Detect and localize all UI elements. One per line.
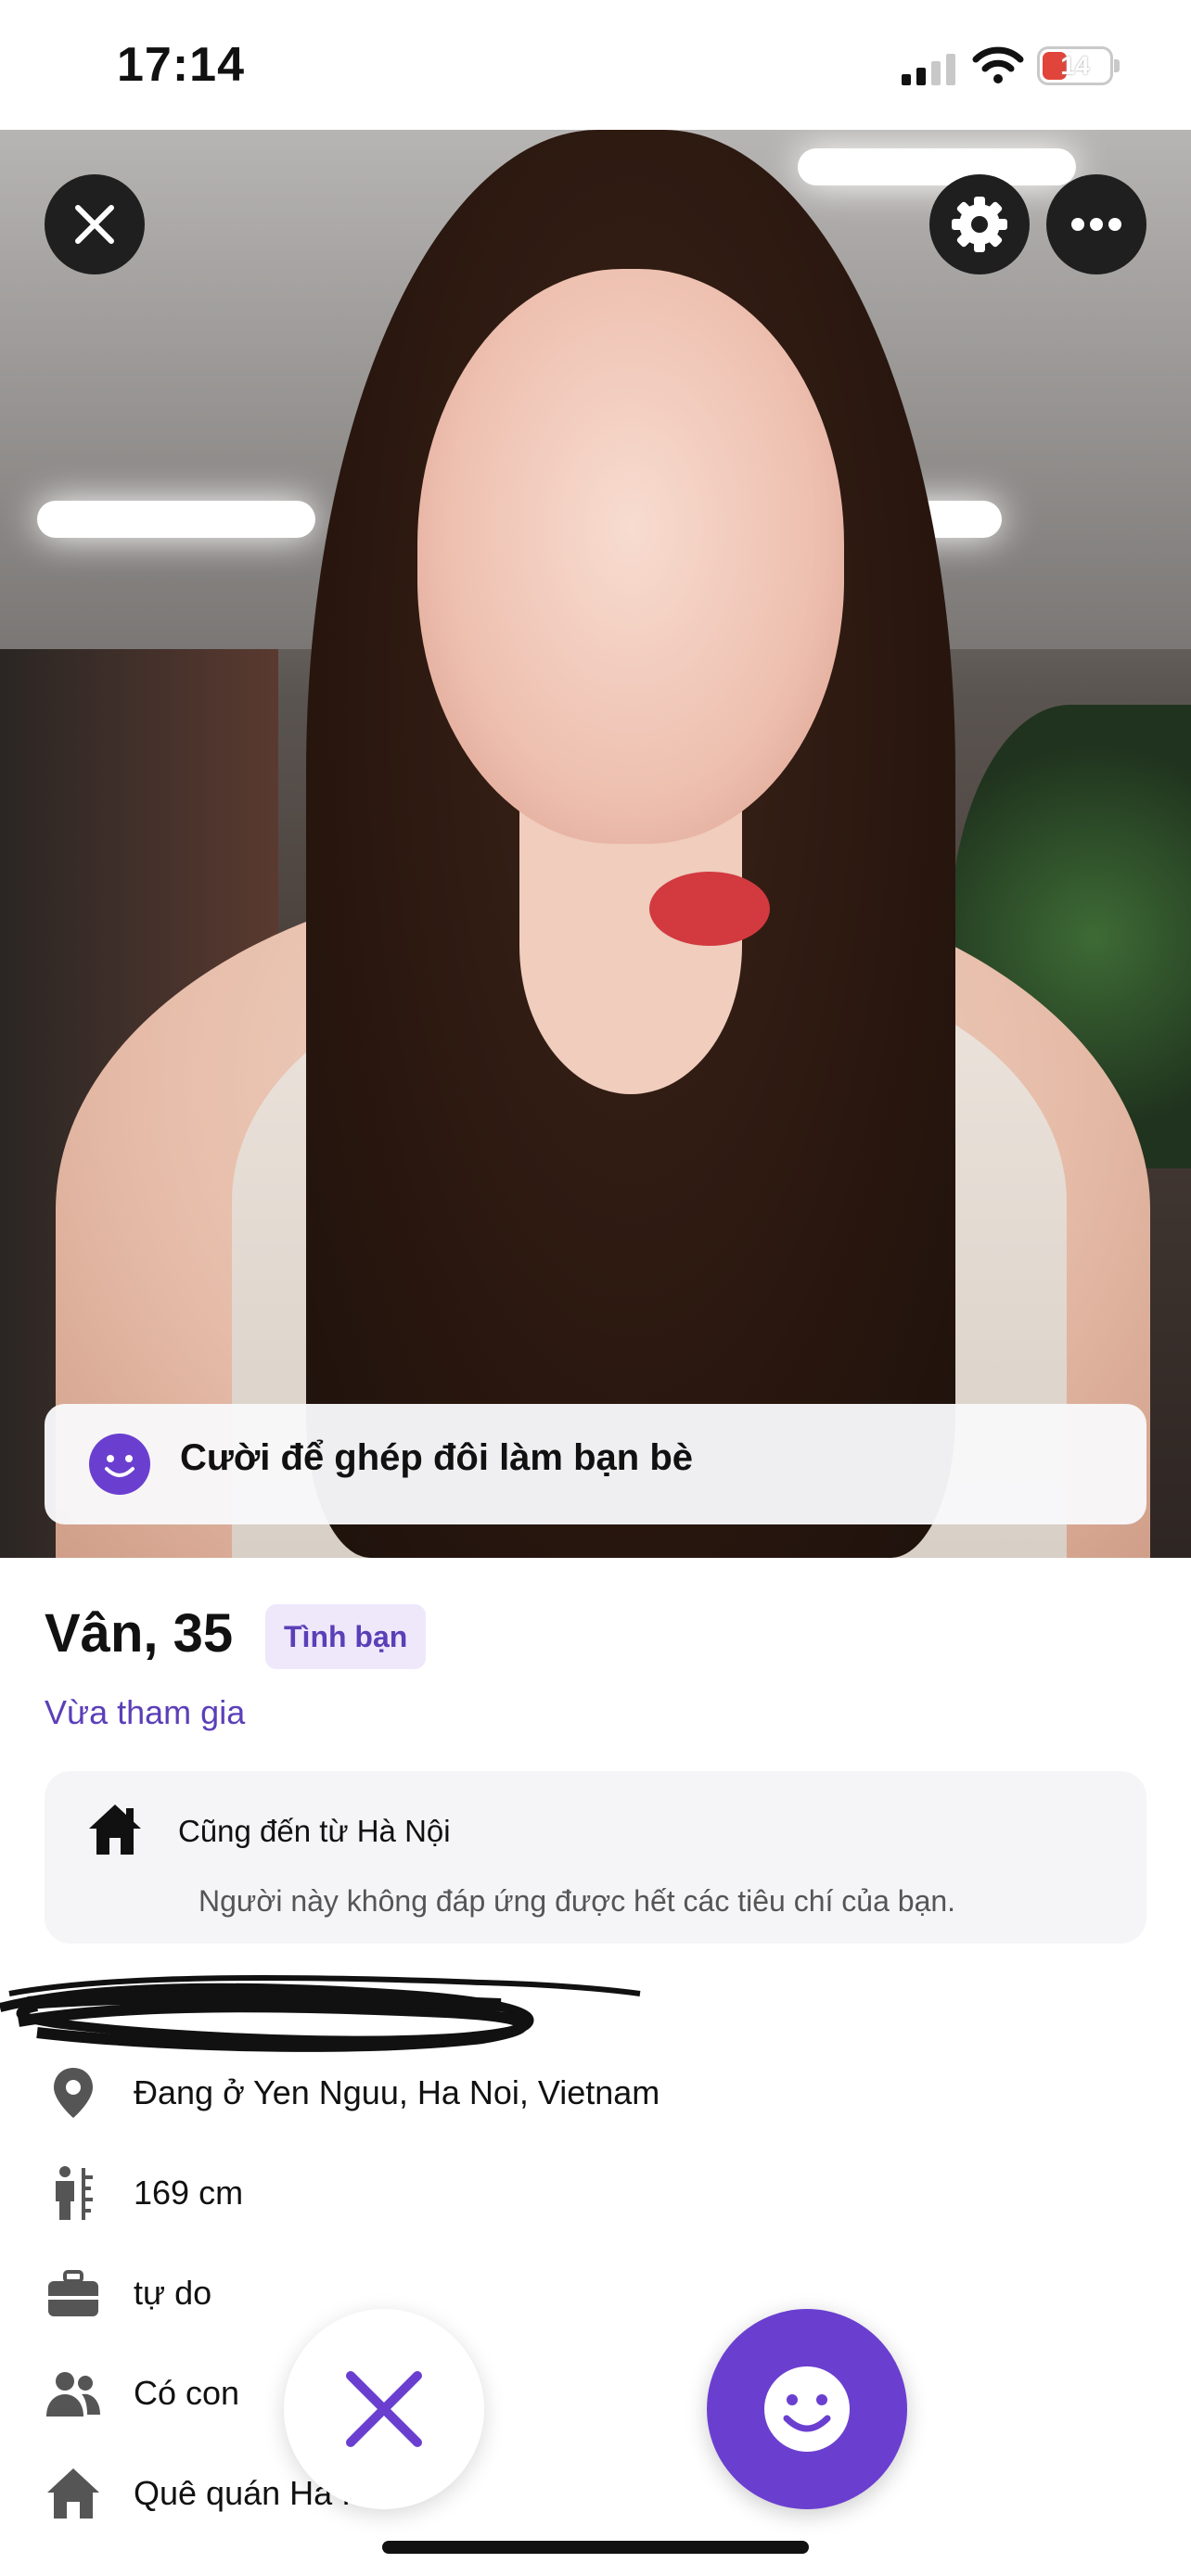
detail-text: Có con <box>134 2374 240 2412</box>
home-indicator[interactable] <box>382 2541 809 2554</box>
smile-match-banner[interactable]: Cười để ghép đôi làm bạn bè <box>45 1404 1146 1524</box>
banner-text: Cười để ghép đôi làm bạn bè <box>180 1437 694 1478</box>
home-icon <box>89 1804 141 1855</box>
smile-icon <box>89 1434 150 1495</box>
redaction-scribble <box>0 1975 641 2052</box>
smile-icon <box>764 2366 850 2452</box>
common-ground-card: Cũng đến từ Hà Nội Người này không đáp ứ… <box>45 1771 1146 1944</box>
settings-button[interactable] <box>929 174 1030 274</box>
detail-height: 169 cm <box>45 2159 1065 2233</box>
home-icon <box>47 2468 99 2519</box>
more-icon <box>1071 218 1121 231</box>
status-time: 17:14 <box>117 38 245 92</box>
close-button[interactable] <box>45 174 145 274</box>
detail-text: tự do <box>134 2274 212 2312</box>
gear-icon <box>952 197 1007 252</box>
briefcase-icon <box>48 2270 98 2316</box>
joined-status: Vừa tham gia <box>45 1693 246 1731</box>
profile-name-age: Vân, 35 <box>45 1603 234 1664</box>
close-icon <box>75 205 114 244</box>
relationship-badge: Tình bạn <box>265 1604 427 1669</box>
common-hometown: Cũng đến từ Hà Nội <box>178 1814 451 1848</box>
wifi-icon <box>972 46 1024 83</box>
more-options-button[interactable] <box>1046 174 1146 274</box>
close-icon <box>346 2371 422 2447</box>
battery-icon: 14 <box>1037 46 1120 85</box>
detail-children: Có con <box>45 2359 1065 2433</box>
people-icon <box>46 2372 100 2417</box>
detail-text: 169 cm <box>134 2174 244 2212</box>
dislike-button[interactable] <box>284 2309 484 2509</box>
status-bar: 17:14 14 <box>0 0 1191 130</box>
detail-location: Đang ở Yen Nguu, Ha Noi, Vietnam <box>45 2059 1065 2133</box>
cellular-signal-icon <box>902 54 955 85</box>
detail-text: Đang ở Yen Nguu, Ha Noi, Vietnam <box>134 2073 660 2111</box>
detail-job: tự do <box>45 2259 1065 2333</box>
battery-level: 14 <box>1060 51 1090 80</box>
location-pin-icon <box>54 2068 93 2118</box>
smile-like-button[interactable] <box>707 2309 907 2509</box>
profile-photo[interactable]: Cười để ghép đôi làm bạn bè <box>0 130 1191 1558</box>
height-icon <box>56 2166 93 2220</box>
criteria-note: Người này không đáp ứng được hết các tiê… <box>198 1884 956 1918</box>
detail-hometown: Quê quán Ha ... <box>45 2459 1065 2533</box>
